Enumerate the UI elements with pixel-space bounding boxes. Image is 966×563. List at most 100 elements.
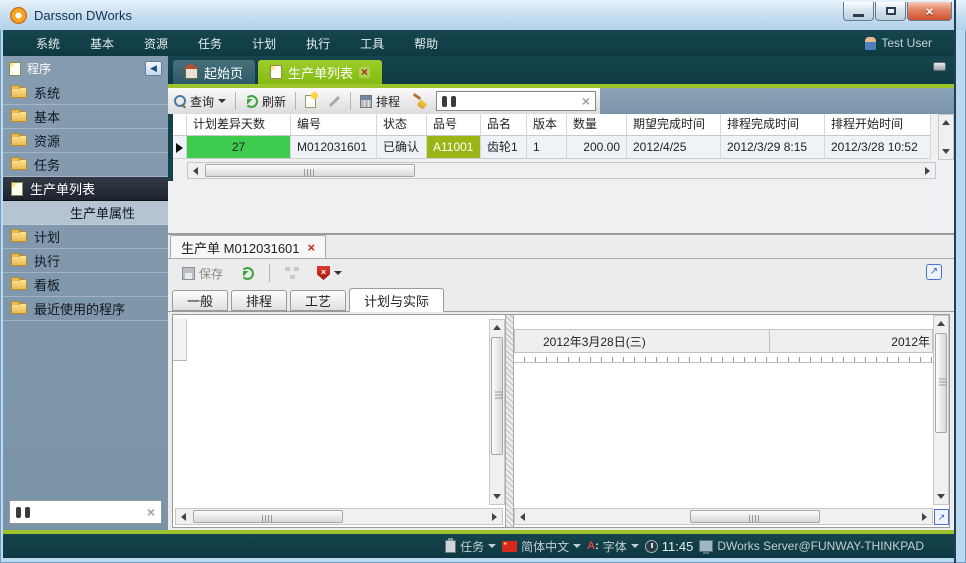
doc-tab-close-icon[interactable]: × bbox=[308, 240, 316, 255]
splitter-handle[interactable] bbox=[505, 315, 514, 527]
orders-hscrollbar[interactable] bbox=[187, 162, 936, 179]
sidebar-item[interactable]: 任务 bbox=[3, 153, 168, 177]
gantt-day-header-next: 2012年 bbox=[769, 329, 933, 353]
close-button[interactable]: × bbox=[907, 2, 952, 21]
sidebar-item[interactable]: 基本 bbox=[3, 105, 168, 129]
minimize-button[interactable] bbox=[843, 2, 874, 21]
tree-hscrollbar[interactable] bbox=[175, 508, 503, 525]
orders-grid-header: 计划差异天数编号状态品号品名版本数量期望完成时间排程完成时间排程开始时间 bbox=[173, 114, 954, 136]
scroll-up-icon[interactable] bbox=[939, 115, 954, 130]
scroll-right-icon[interactable] bbox=[917, 509, 932, 524]
chevron-down-icon bbox=[488, 544, 496, 548]
scroll-up-icon[interactable] bbox=[934, 316, 949, 331]
tab-orders[interactable]: 生产单列表 × bbox=[258, 60, 382, 84]
user-area[interactable]: Test User bbox=[865, 36, 932, 50]
sidebar-item[interactable]: 资源 bbox=[3, 129, 168, 153]
sidebar-item[interactable]: 计划 bbox=[3, 225, 168, 249]
scroll-right-icon[interactable] bbox=[487, 509, 502, 524]
route-button[interactable] bbox=[279, 265, 305, 281]
doc-tab[interactable]: 生产单 M012031601 × bbox=[170, 235, 326, 258]
maximize-button[interactable] bbox=[875, 2, 906, 21]
sidebar-search-clear-icon[interactable]: × bbox=[147, 505, 155, 519]
save-button[interactable]: 保存 bbox=[176, 263, 229, 284]
sidebar-item[interactable]: 看板 bbox=[3, 273, 168, 297]
search-icon bbox=[174, 95, 186, 107]
page-icon bbox=[11, 182, 23, 196]
open-new-window-icon[interactable]: ↗ bbox=[926, 264, 942, 280]
toolbar-filler bbox=[600, 88, 954, 114]
titlebar: Darsson DWorks × bbox=[0, 0, 966, 30]
tab-home-label: 起始页 bbox=[204, 63, 243, 82]
gantt-hscrollbar[interactable] bbox=[514, 508, 933, 525]
menu-item-任务[interactable]: 任务 bbox=[183, 31, 237, 56]
sidebar-item[interactable]: 生产单列表 bbox=[3, 177, 168, 201]
status-task-menu[interactable]: 任务 bbox=[445, 538, 496, 555]
broom-icon bbox=[412, 95, 426, 108]
sidebar-item[interactable]: 系统 bbox=[3, 81, 168, 105]
detail-refresh-button[interactable] bbox=[235, 265, 260, 282]
table-row[interactable]: 27M012031601已确认A11001齿轮11200.002012/4/25… bbox=[173, 136, 954, 159]
toolbar-search-input[interactable] bbox=[461, 94, 577, 109]
clean-button[interactable] bbox=[406, 93, 432, 110]
gantt-fit-icon[interactable]: ↗ bbox=[934, 509, 949, 525]
row-indicator bbox=[173, 136, 187, 159]
sidebar-items: 系统基本资源任务生产单列表生产单属性计划执行看板最近使用的程序 bbox=[3, 81, 168, 321]
grid-cell: 27 bbox=[187, 136, 291, 159]
chevron-down-icon bbox=[218, 99, 226, 103]
status-font-menu[interactable]: A: 字体 bbox=[587, 538, 639, 555]
menu-item-工具[interactable]: 工具 bbox=[345, 31, 399, 56]
pin-icon[interactable] bbox=[933, 62, 946, 71]
gantt-vscrollbar[interactable] bbox=[933, 315, 949, 505]
sidebar-item[interactable]: 最近使用的程序 bbox=[3, 297, 168, 321]
program-icon bbox=[9, 62, 21, 76]
menu-item-系统[interactable]: 系统 bbox=[21, 31, 75, 56]
menu-item-计划[interactable]: 计划 bbox=[237, 31, 291, 56]
folder-icon bbox=[11, 111, 27, 122]
scroll-down-icon[interactable] bbox=[490, 489, 505, 504]
query-button[interactable]: 查询 bbox=[168, 91, 232, 112]
subtab-一般[interactable]: 一般 bbox=[172, 290, 228, 311]
scroll-left-icon[interactable] bbox=[515, 509, 530, 524]
sidebar-item-label: 生产单属性 bbox=[70, 203, 135, 222]
scroll-left-icon[interactable] bbox=[176, 509, 191, 524]
scroll-right-icon[interactable] bbox=[920, 163, 935, 178]
sidebar-collapse-button[interactable]: ◀ bbox=[145, 61, 162, 76]
plan-vs-actual-body: 2012年3月28日(三) 2012年 bbox=[172, 314, 950, 528]
status-language-menu[interactable]: 简体中文 bbox=[502, 538, 581, 555]
tree-vscrollbar[interactable] bbox=[489, 319, 505, 505]
subtab-工艺[interactable]: 工艺 bbox=[290, 290, 346, 311]
toolbar-search-clear-icon[interactable]: × bbox=[582, 94, 590, 108]
user-name: Test User bbox=[881, 36, 932, 50]
toolbar-search: × bbox=[436, 91, 596, 111]
statusbar: 任务 简体中文 A: 字体 11:45 DWorks Server@FUNWAY… bbox=[3, 530, 954, 558]
detail-toolbar: 保存 × ↗ bbox=[168, 259, 954, 287]
scroll-down-icon[interactable] bbox=[939, 144, 954, 159]
schedule-button[interactable]: 排程 bbox=[354, 91, 406, 112]
subtab-计划与实际[interactable]: 计划与实际 bbox=[349, 288, 444, 312]
scroll-up-icon[interactable] bbox=[490, 320, 505, 335]
menu-item-帮助[interactable]: 帮助 bbox=[399, 31, 453, 56]
edit-button[interactable] bbox=[322, 98, 347, 105]
minimize-icon bbox=[853, 14, 864, 17]
new-button[interactable] bbox=[299, 93, 322, 110]
chevron-down-icon bbox=[334, 271, 342, 275]
grid-cell: 已确认 bbox=[377, 136, 427, 159]
cancel-confirm-button[interactable]: × bbox=[311, 264, 348, 282]
grid-cell: A11001 bbox=[427, 136, 481, 159]
sidebar-item[interactable]: 生产单属性 bbox=[3, 201, 168, 225]
refresh-button[interactable]: 刷新 bbox=[239, 91, 292, 112]
scroll-down-icon[interactable] bbox=[934, 489, 949, 504]
menu-item-资源[interactable]: 资源 bbox=[129, 31, 183, 56]
sidebar-search-input[interactable] bbox=[36, 505, 141, 519]
subtab-排程[interactable]: 排程 bbox=[231, 290, 287, 311]
query-label: 查询 bbox=[190, 93, 214, 110]
tab-home[interactable]: 起始页 bbox=[173, 60, 255, 84]
orders-vscrollbar[interactable] bbox=[938, 114, 954, 160]
refresh-icon bbox=[241, 267, 254, 280]
menu-item-执行[interactable]: 执行 bbox=[291, 31, 345, 56]
menu-item-基本[interactable]: 基本 bbox=[75, 31, 129, 56]
sidebar-item[interactable]: 执行 bbox=[3, 249, 168, 273]
scroll-left-icon[interactable] bbox=[188, 163, 203, 178]
folder-icon bbox=[11, 303, 27, 314]
tab-close-icon[interactable]: × bbox=[359, 67, 370, 78]
